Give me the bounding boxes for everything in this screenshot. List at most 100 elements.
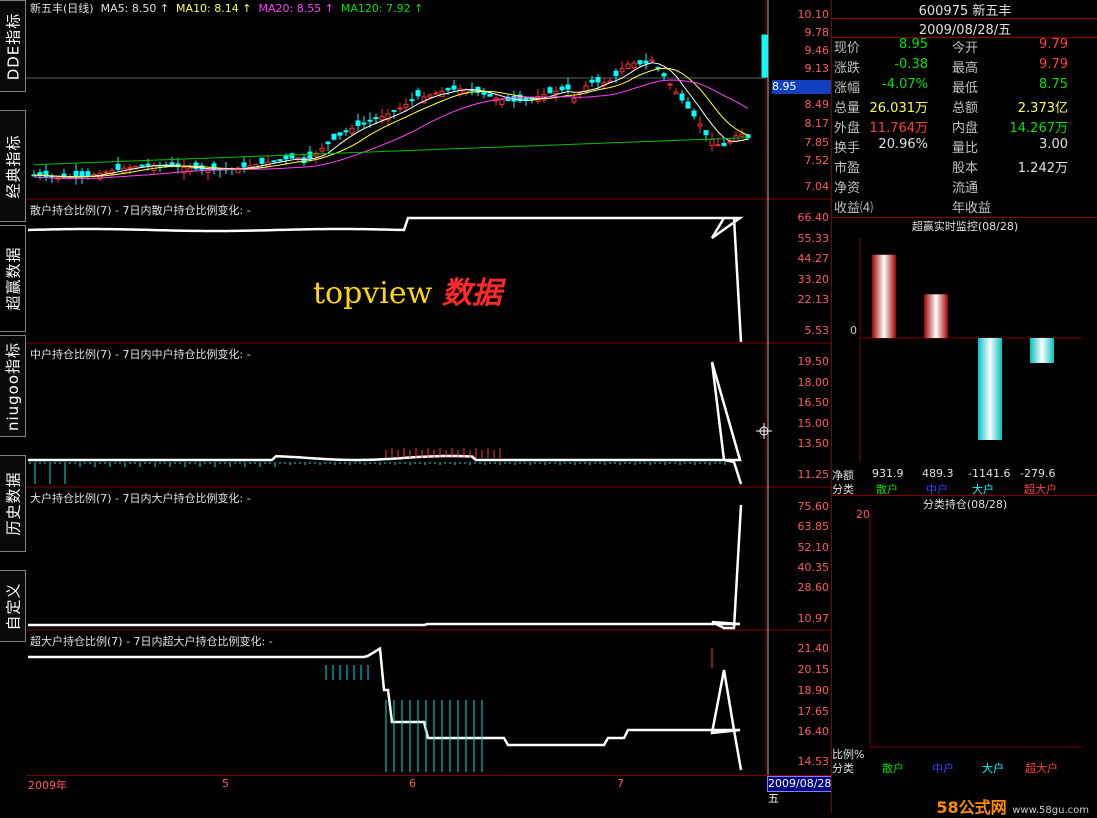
candle (553, 90, 559, 95)
candle (685, 101, 691, 109)
medium-tick: 16.50 (797, 396, 830, 409)
xlarge-tick: 14.53 (797, 755, 830, 768)
candle (331, 133, 337, 140)
holding-chart (869, 515, 1082, 748)
monitor-title: 超赢实时监控(08/28) (832, 217, 1097, 234)
date-axis-label: 6 (409, 777, 416, 790)
chart-canvas[interactable] (26, 0, 831, 775)
medium-tick: 11.25 (797, 468, 830, 481)
cursor-date-box: 2009/08/28/五 (767, 776, 835, 805)
candle (271, 160, 277, 163)
move-cursor-icon (755, 422, 773, 440)
large-tick: 28.60 (797, 581, 830, 594)
tab-classic-label: 经典指标 (4, 133, 23, 199)
candle (427, 94, 433, 98)
tab-history-label: 历史数据 (4, 471, 23, 536)
quote-key: 今开 (952, 41, 979, 56)
current-price-value: 8.95 (772, 80, 797, 93)
quote-value: 1.242万 (1017, 161, 1068, 176)
candle (373, 117, 379, 120)
xlarge-scale: 21.40 20.15 18.90 17.65 16.40 14.53 (773, 642, 831, 772)
medium-tick: 15.00 (797, 417, 830, 430)
candle (571, 98, 577, 103)
retail-tick: 33.20 (797, 273, 830, 286)
retail-tick: 55.33 (797, 232, 830, 245)
holding-class-label: 分类 (832, 762, 854, 775)
price-tick: 7.52 (804, 154, 830, 167)
candle (445, 88, 451, 91)
tab-niugoo[interactable]: niugoo指标 (0, 335, 26, 437)
xlarge-tick: 16.40 (797, 725, 830, 738)
retail-tick: 66.40 (797, 211, 830, 224)
monitor-value: -1141.6 (968, 467, 1011, 480)
candle (367, 119, 373, 122)
candle (115, 163, 121, 170)
candle (565, 84, 571, 90)
medium-tick: 13.50 (797, 437, 830, 450)
holding-title: 分类持仓(08/28) (832, 495, 1097, 512)
candle (523, 97, 529, 101)
quote-value: 20.96% (878, 137, 928, 152)
site-logo: 58公式网 www.58gu.com (936, 794, 1089, 818)
quote-value: 9.79 (1039, 37, 1068, 52)
quote-row: 总量 26.031万 总额 2.373亿 (832, 97, 1097, 117)
quote-value: 11.764万 (869, 121, 929, 136)
retail-tick: 5.53 (804, 324, 830, 337)
large-tick: 40.35 (797, 561, 830, 574)
candle (697, 123, 703, 127)
candle (649, 59, 655, 62)
candle (673, 91, 679, 95)
tab-dde-label: DDE指标 (4, 12, 22, 80)
price-tick: 8.17 (804, 117, 830, 130)
large-panel-header: 大户持仓比例(7) - 7日内大户持仓比例变化: - (30, 492, 251, 505)
tab-chaoying[interactable]: 超赢数据 (0, 225, 26, 332)
quote-value: 26.031万 (869, 101, 929, 116)
candle (409, 99, 415, 102)
quote-key: 股本 (952, 161, 979, 176)
retail-tick: 22.13 (797, 293, 830, 306)
quote-row: 收益⑷ 年收益 (832, 197, 1097, 217)
quote-value: 14.267万 (1009, 121, 1069, 136)
medium-tick: 18.00 (797, 376, 830, 389)
candle (715, 144, 721, 147)
quote-row: 净资 流通 (832, 177, 1097, 197)
current-price-tag: 8.95 (772, 80, 832, 94)
quote-key: 年收益 (952, 201, 992, 216)
large-scale: 75.60 63.85 52.10 40.35 28.60 10.97 (773, 500, 831, 630)
tab-history[interactable]: 历史数据 (0, 455, 26, 552)
price-tick: 7.04 (804, 180, 830, 193)
candle (319, 147, 325, 152)
indicator-tab-strip: DDE指标 经典指标 超赢数据 niugoo指标 历史数据 自定义 (0, 0, 26, 800)
chart-area[interactable]: 新五丰(日线) MA5: 8.50 ↑ MA10: 8.14 ↑ MA20: 8… (26, 0, 831, 775)
ma20-value: 8.55 ↑ (296, 2, 334, 15)
ma10-label: MA10: (176, 2, 211, 15)
candle (127, 166, 133, 169)
candle (277, 159, 283, 162)
candle (73, 170, 79, 178)
tab-dde[interactable]: DDE指标 (0, 0, 26, 92)
candle (709, 138, 715, 146)
candle (679, 93, 685, 101)
monitor-bar (924, 294, 948, 338)
candle (391, 109, 397, 112)
quote-row: 换手 20.96% 量比 3.00 (832, 137, 1097, 157)
candle (283, 155, 289, 160)
candle (145, 163, 151, 166)
candle (415, 90, 421, 97)
candle (547, 87, 553, 94)
candle (79, 171, 85, 177)
tab-chaoying-label: 超赢数据 (4, 246, 23, 311)
tab-custom[interactable]: 自定义 (0, 570, 26, 642)
large-tick: 75.60 (797, 500, 830, 513)
quote-key: 最高 (952, 61, 979, 76)
monitor-bar (1030, 338, 1054, 363)
candle (355, 120, 361, 126)
price-tick: 10.10 (797, 8, 830, 21)
tab-classic[interactable]: 经典指标 (0, 110, 26, 222)
monitor-bar (872, 254, 896, 338)
quote-row: 涨跌 -0.38 最高 9.79 (832, 57, 1097, 77)
tab-custom-label: 自定义 (4, 581, 23, 631)
candle (433, 92, 439, 95)
quote-value: 2.373亿 (1017, 101, 1068, 116)
quote-key: 量比 (952, 141, 979, 156)
